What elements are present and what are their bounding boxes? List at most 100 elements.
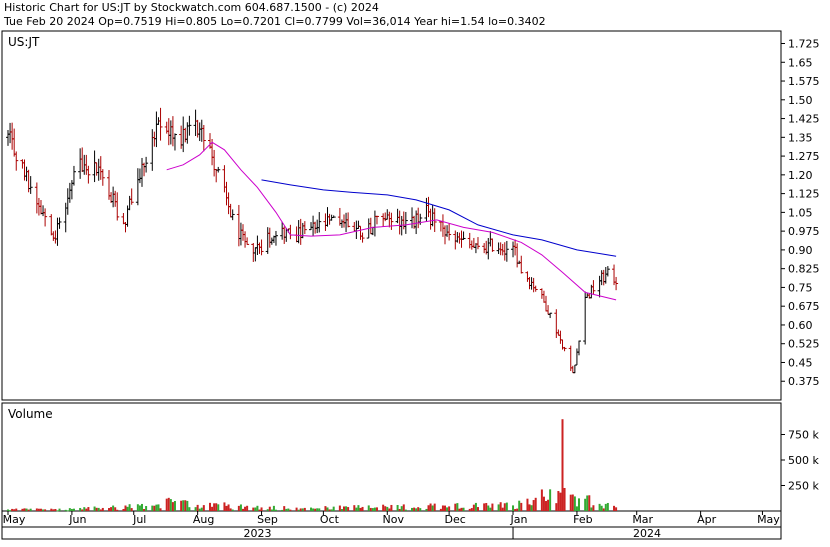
month-tick-label: Jul	[132, 513, 146, 526]
volume-bar	[39, 508, 42, 511]
volume-bar	[64, 509, 67, 511]
volume-bar	[338, 505, 341, 511]
chart-quote-line: Tue Feb 20 2024 Op=0.7519 Hi=0.805 Lo=0.…	[3, 15, 546, 28]
volume-bar	[116, 509, 119, 511]
volume-bar	[97, 507, 100, 511]
volume-bar	[23, 508, 26, 511]
volume-bar	[167, 497, 170, 511]
volume-bar	[52, 509, 55, 511]
volume-bar	[332, 506, 335, 511]
volume-bar	[499, 502, 502, 511]
volume-bar	[140, 503, 143, 511]
volume-bar	[388, 508, 391, 511]
volume-bar	[217, 504, 220, 511]
volume-bar	[534, 497, 537, 511]
volume-bar	[503, 503, 506, 511]
volume-bar	[600, 505, 603, 511]
volume-bar	[211, 506, 214, 511]
volume-bar	[505, 502, 508, 511]
volume-bar	[530, 505, 533, 511]
price-panel-label: US:JT	[8, 35, 40, 49]
volume-bar	[244, 506, 247, 511]
volume-bar	[231, 509, 234, 511]
volume-bar	[573, 496, 576, 511]
volume-bar	[108, 508, 111, 511]
volume-bar	[345, 506, 348, 511]
volume-bar	[68, 508, 71, 511]
volume-bar	[429, 503, 432, 511]
volume-bar	[145, 506, 148, 511]
volume-bar	[454, 503, 457, 511]
volume-bar	[347, 507, 350, 511]
price-tick-label: 1.425	[788, 113, 820, 126]
volume-bar	[182, 500, 185, 511]
volume-bar	[287, 508, 290, 511]
volume-bar	[613, 505, 616, 511]
volume-bar	[27, 509, 30, 511]
volume-bar	[575, 506, 578, 511]
volume-bar	[518, 500, 521, 511]
volume-bar	[159, 508, 162, 511]
volume-bar	[476, 507, 479, 511]
price-tick-label: 0.825	[788, 263, 820, 276]
volume-bar	[512, 505, 515, 511]
volume-bar	[303, 507, 306, 511]
month-tick-label: Feb	[573, 513, 592, 526]
volume-bar	[252, 507, 255, 511]
volume-bar	[66, 510, 69, 512]
volume-bar	[266, 509, 269, 511]
volume-bar	[301, 508, 304, 511]
volume-bar	[209, 502, 212, 511]
volume-bar	[270, 509, 273, 511]
volume-bar	[50, 508, 53, 511]
volume-bar	[112, 505, 115, 511]
volume-bar	[559, 492, 562, 511]
volume-bar	[592, 505, 595, 511]
month-tick-label: Jan	[510, 513, 528, 526]
volume-bar	[369, 507, 372, 511]
volume-bar	[563, 487, 566, 511]
volume-bar	[93, 506, 96, 511]
volume-bar	[586, 495, 589, 511]
volume-bar	[260, 507, 263, 511]
volume-bar	[95, 507, 98, 511]
volume-bar	[58, 508, 61, 511]
volume-bar	[359, 507, 362, 511]
volume-bar	[400, 506, 403, 511]
volume-bar	[314, 508, 317, 511]
volume-bar	[411, 507, 414, 511]
volume-tick-label: 250 k	[788, 480, 819, 493]
volume-bar	[417, 507, 420, 511]
volume-bar	[184, 500, 187, 511]
volume-bar	[485, 503, 488, 511]
volume-bar	[198, 508, 201, 511]
price-tick-label: 1.35	[788, 131, 813, 144]
volume-bar	[514, 509, 517, 511]
volume-bar	[310, 507, 313, 511]
volume-bar	[79, 507, 82, 511]
volume-bar	[326, 507, 329, 511]
volume-bar	[549, 489, 552, 511]
price-tick-label: 0.45	[788, 356, 813, 369]
volume-bar	[458, 508, 461, 511]
volume-bar	[588, 495, 591, 511]
volume-bar	[299, 508, 302, 511]
volume-bar	[501, 507, 504, 511]
volume-bar	[44, 509, 47, 511]
volume-bar	[202, 505, 205, 511]
volume-bar	[169, 499, 172, 511]
volume-bar	[483, 503, 486, 511]
price-tick-label: 0.375	[788, 375, 820, 388]
volume-bar	[547, 499, 550, 511]
volume-bar	[468, 508, 471, 511]
volume-bar	[371, 508, 374, 511]
volume-bar	[9, 510, 12, 512]
price-tick-label: 0.675	[788, 300, 820, 313]
volume-bar	[386, 506, 389, 511]
volume-bar	[285, 508, 288, 511]
volume-bar	[246, 505, 249, 511]
volume-bar	[470, 508, 473, 511]
volume-bar	[237, 505, 240, 511]
volume-bar	[15, 508, 18, 511]
volume-bar	[427, 505, 430, 511]
